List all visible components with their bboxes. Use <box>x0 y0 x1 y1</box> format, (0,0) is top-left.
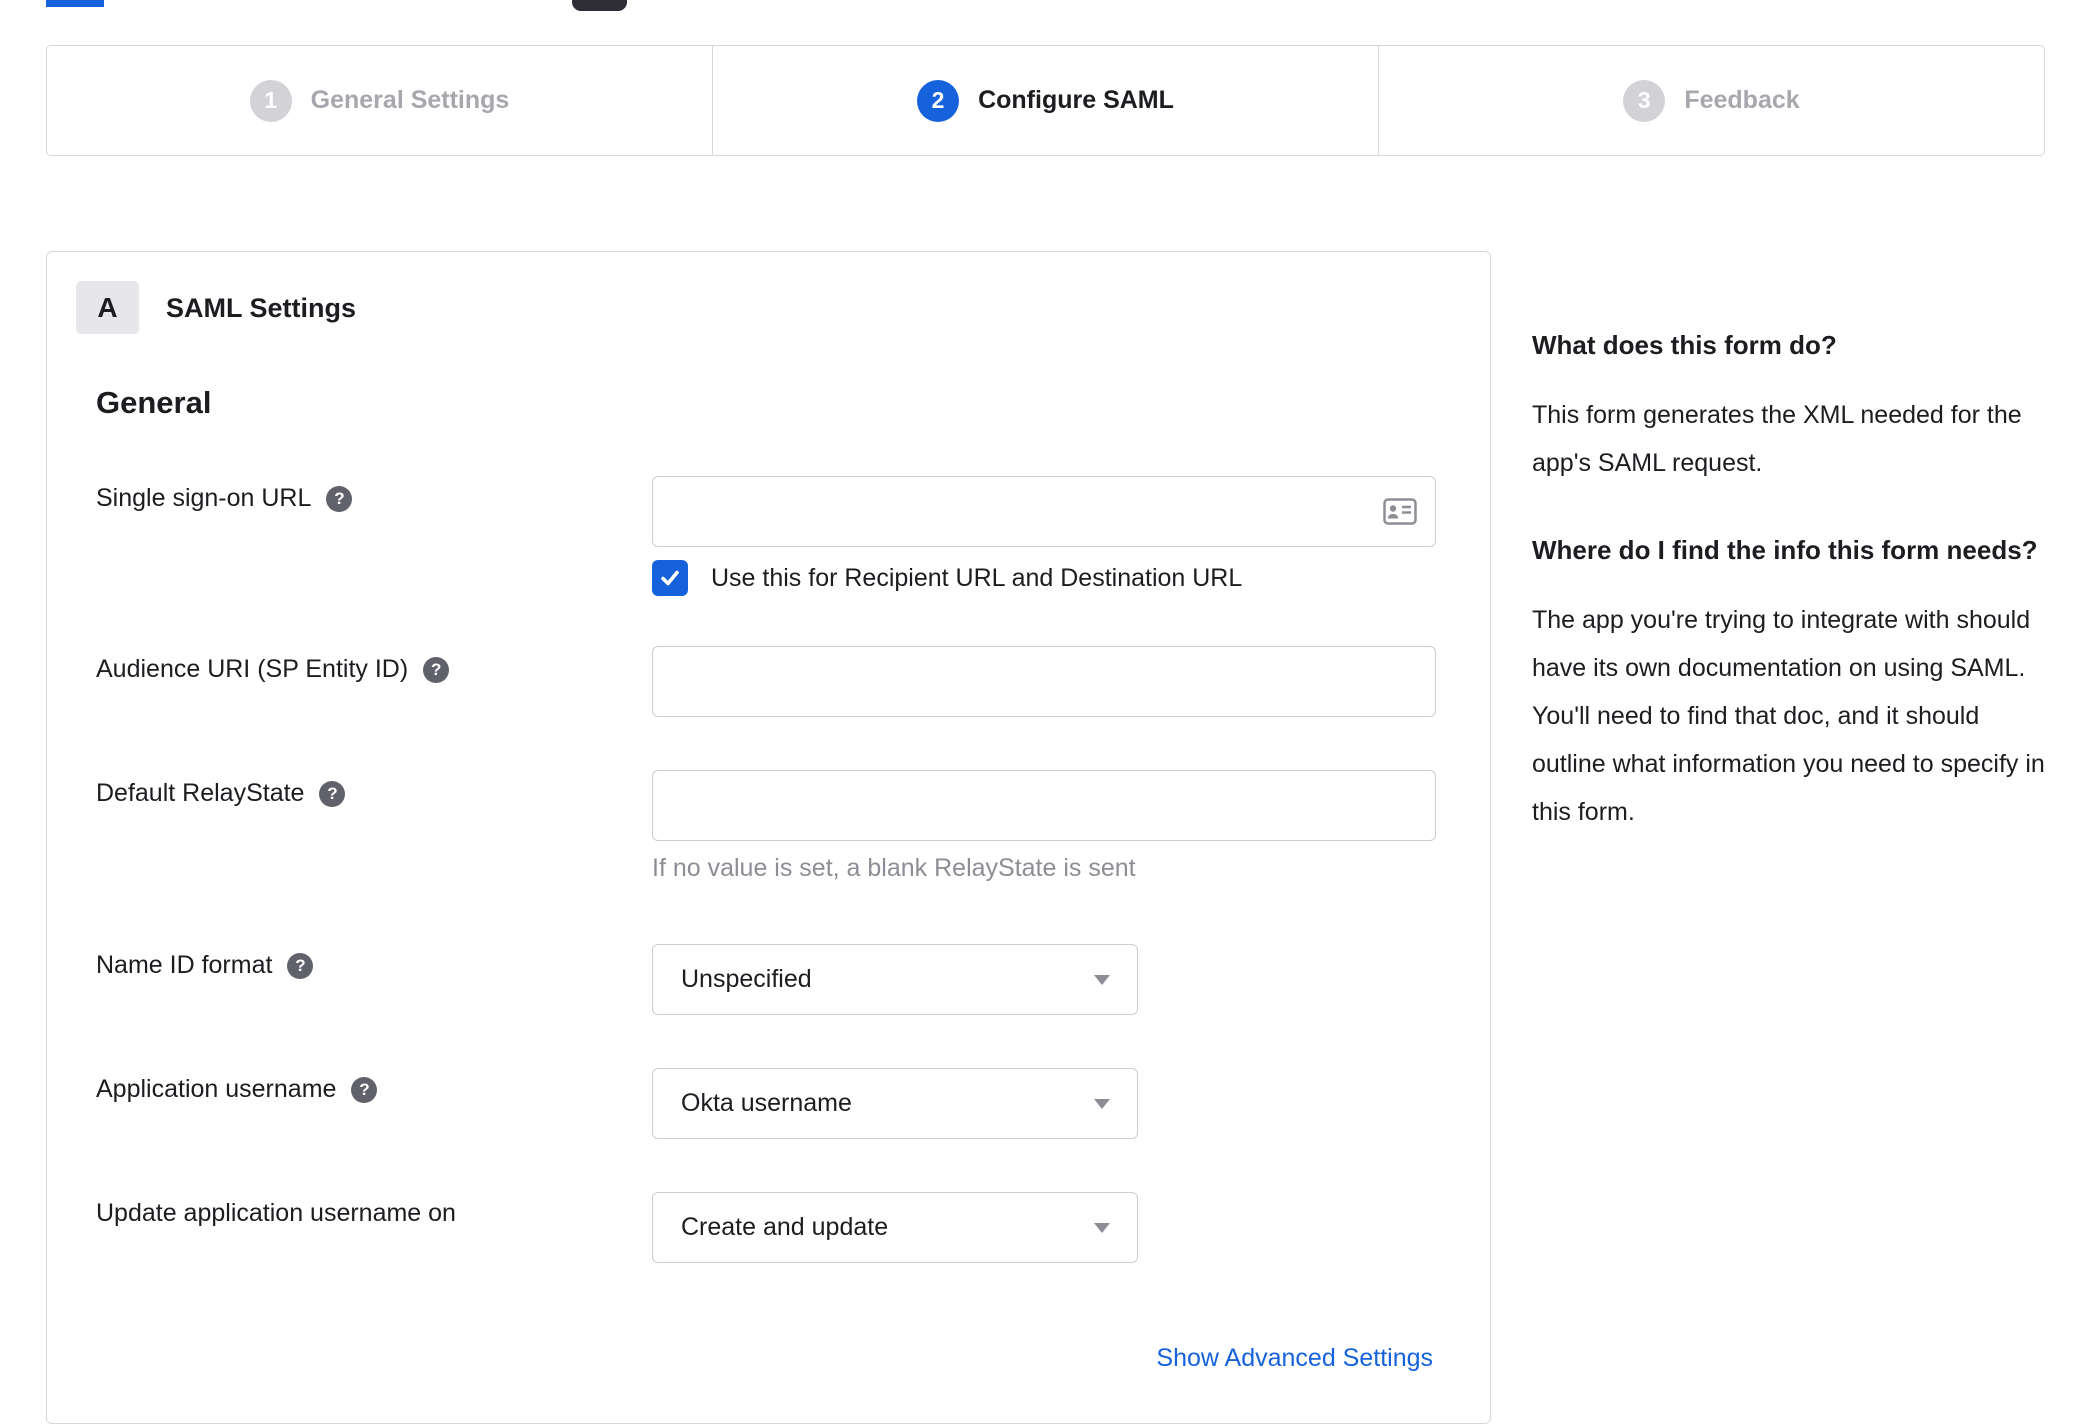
sso-url-label: Single sign-on URL ? <box>96 484 353 513</box>
update-username-label-text: Update application username on <box>96 1199 456 1227</box>
name-id-format-label: Name ID format ? <box>96 951 314 980</box>
help-icon[interactable]: ? <box>326 485 353 512</box>
help-sidebar: What does this form do? This form genera… <box>1532 326 2050 880</box>
step-1-number-badge: 1 <box>249 79 292 122</box>
section-a-badge: A <box>76 281 139 334</box>
setup-wizard-stepper: 1 General Settings 2 Configure SAML 3 Fe… <box>46 45 2045 156</box>
name-id-format-select[interactable]: Unspecified <box>652 944 1138 1015</box>
name-id-format-selected-value: Unspecified <box>681 965 812 993</box>
relay-state-label-text: Default RelayState <box>96 779 305 807</box>
help-icon[interactable]: ? <box>423 656 450 683</box>
relay-state-helper-text: If no value is set, a blank RelayState i… <box>652 854 1136 882</box>
step-3-label: Feedback <box>1684 86 1800 114</box>
step-2-number-badge: 2 <box>917 79 960 122</box>
application-username-label: Application username ? <box>96 1075 378 1104</box>
recipient-url-checkbox-row: Use this for Recipient URL and Destinati… <box>652 560 1242 596</box>
general-section-heading: General <box>96 385 212 420</box>
recipient-url-checkbox[interactable] <box>652 560 688 596</box>
help-icon[interactable]: ? <box>287 952 314 979</box>
application-username-selected-value: Okta username <box>681 1089 852 1117</box>
application-username-select[interactable]: Okta username <box>652 1068 1138 1139</box>
step-3-number-badge: 3 <box>1623 79 1666 122</box>
sidebar-question-1-body: This form generates the XML needed for t… <box>1532 401 2022 477</box>
configure-saml-page: { "colors": { "primary_blue": "#1662dd",… <box>0 0 2092 1426</box>
relay-state-input[interactable] <box>652 770 1436 841</box>
step-1-label: General Settings <box>310 86 510 114</box>
show-advanced-settings-link[interactable]: Show Advanced Settings <box>1156 1344 1433 1373</box>
clipped-page-title-fragment <box>46 0 104 7</box>
audience-uri-input[interactable] <box>652 646 1436 717</box>
sidebar-question-2-body: The app you're trying to integrate with … <box>1532 606 2045 826</box>
saml-settings-panel: A SAML Settings General Single sign-on U… <box>46 251 1491 1424</box>
sidebar-question-1-title: What does this form do? <box>1532 330 1837 360</box>
name-id-format-label-text: Name ID format <box>96 951 273 979</box>
step-configure-saml[interactable]: 2 Configure SAML <box>712 46 1378 155</box>
chevron-down-icon <box>1094 1222 1110 1233</box>
clipped-app-logo-fragment <box>572 0 627 11</box>
chevron-down-icon <box>1094 1098 1110 1109</box>
update-username-label: Update application username on <box>96 1199 456 1228</box>
update-username-select[interactable]: Create and update <box>652 1192 1138 1263</box>
recipient-url-checkbox-label: Use this for Recipient URL and Destinati… <box>711 563 1243 592</box>
panel-title: SAML Settings <box>166 293 357 323</box>
contact-card-icon <box>1383 498 1417 525</box>
application-username-label-text: Application username <box>96 1075 337 1103</box>
help-icon[interactable]: ? <box>319 780 346 807</box>
step-general-settings[interactable]: 1 General Settings <box>47 46 712 155</box>
sidebar-question-2-title: Where do I find the info this form needs… <box>1532 535 2038 565</box>
help-icon[interactable]: ? <box>351 1076 378 1103</box>
chevron-down-icon <box>1094 974 1110 985</box>
audience-uri-label: Audience URI (SP Entity ID) ? <box>96 655 450 684</box>
checkmark-icon <box>661 570 679 586</box>
sso-url-label-text: Single sign-on URL <box>96 484 312 512</box>
audience-uri-label-text: Audience URI (SP Entity ID) <box>96 655 409 683</box>
step-2-label: Configure SAML <box>978 86 1174 114</box>
sso-url-input[interactable] <box>652 476 1436 547</box>
relay-state-label: Default RelayState ? <box>96 779 346 808</box>
update-username-selected-value: Create and update <box>681 1213 889 1241</box>
step-feedback[interactable]: 3 Feedback <box>1378 46 2044 155</box>
